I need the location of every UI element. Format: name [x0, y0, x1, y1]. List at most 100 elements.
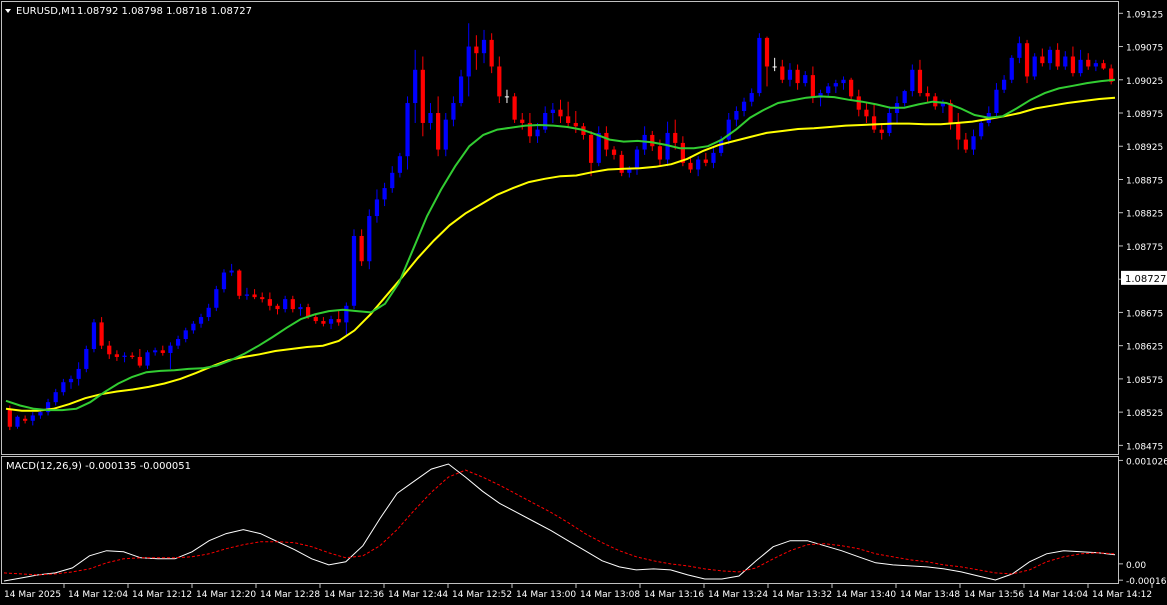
candle-body — [849, 79, 854, 97]
candle-body — [137, 356, 142, 366]
macd-indicator-label: MACD(12,26,9) -0.000135 -0.000051 — [6, 461, 191, 472]
candle-body — [795, 69, 800, 84]
price-tick-label: 1.09125 — [1126, 10, 1163, 20]
candle-body — [367, 216, 372, 262]
candle-body — [611, 149, 617, 155]
current-price-tag-label: 1.08727 — [1125, 274, 1166, 285]
candle-body — [703, 159, 708, 163]
candle-body — [963, 139, 968, 150]
candle-body — [596, 132, 601, 163]
candle-body — [573, 122, 578, 127]
candle-body — [122, 355, 127, 357]
candle-body — [688, 162, 693, 170]
price-tick-label: 1.08675 — [1126, 309, 1163, 319]
price-tick-label: 1.08775 — [1126, 243, 1163, 253]
price-tick-label: 1.08525 — [1126, 409, 1163, 419]
candle-body — [23, 418, 28, 421]
candle-body — [657, 146, 663, 160]
time-tick-label: 14 Mar 13:40 — [836, 590, 896, 600]
time-tick-label: 14 Mar 13:00 — [516, 590, 576, 600]
macd-tick-label: 0.001026 — [1126, 457, 1167, 467]
candle-body — [260, 297, 265, 300]
candle-body — [520, 119, 525, 123]
candle — [84, 345, 89, 373]
candle-body — [374, 199, 380, 217]
candle-body — [436, 113, 441, 150]
candle-body — [428, 113, 433, 123]
time-tick-label: 14 Mar 13:56 — [964, 590, 1024, 600]
candle-body — [1040, 56, 1045, 64]
candle — [757, 33, 762, 97]
candle-body — [696, 159, 701, 170]
candle-body — [91, 322, 97, 349]
candle-body — [420, 69, 425, 123]
candle-body — [15, 416, 20, 427]
time-tick-label: 14 Mar 12:44 — [388, 590, 448, 600]
candle-body — [298, 307, 303, 310]
candle-body — [994, 89, 999, 114]
price-tick-label: 1.09025 — [1126, 77, 1163, 87]
candle-body — [145, 352, 150, 366]
time-tick-label: 14 Mar 12:36 — [324, 590, 384, 600]
candle-body — [114, 354, 120, 357]
candle-body — [1055, 49, 1060, 67]
candle-body — [864, 109, 869, 117]
candle-body — [175, 339, 181, 346]
time-tick-label: 14 Mar 12:20 — [196, 590, 256, 600]
candle-body — [153, 350, 158, 353]
candle-body — [76, 368, 81, 379]
price-tick-label: 1.08875 — [1126, 176, 1163, 186]
candle-body — [833, 83, 838, 87]
candle-body — [550, 109, 555, 114]
macd-tick-label: 0.00 — [1126, 561, 1146, 571]
candle-body — [497, 66, 502, 97]
candle-body — [925, 93, 930, 97]
candle-body — [107, 345, 112, 355]
candle-body — [810, 75, 815, 98]
candle-body — [198, 317, 204, 324]
candle-body — [971, 136, 976, 150]
time-tick-label: 14 Mar 13:24 — [708, 590, 768, 600]
candle-body — [1063, 56, 1068, 67]
candle-body — [604, 132, 609, 150]
candle-body — [99, 322, 104, 346]
candle-body — [458, 76, 464, 104]
candle — [214, 285, 219, 312]
candle-body — [275, 305, 280, 310]
candle-body — [1001, 79, 1007, 90]
candle-body — [1047, 49, 1053, 64]
candle-body — [130, 355, 135, 357]
candle-body — [588, 134, 594, 163]
candle-body — [826, 86, 831, 94]
candle-body — [221, 272, 227, 290]
candle-body — [382, 188, 387, 200]
candle-body — [1024, 43, 1030, 77]
candle-body — [543, 113, 548, 130]
candle-body — [206, 307, 211, 318]
candle-body — [474, 46, 479, 54]
candle-body — [359, 235, 364, 262]
time-tick-label: 14 Mar 13:48 — [900, 590, 960, 600]
candle — [1009, 55, 1014, 84]
candle-body — [634, 149, 640, 170]
candle-body — [481, 39, 487, 54]
candle — [91, 319, 97, 353]
candle-body — [711, 152, 716, 163]
candle-body — [535, 129, 540, 137]
candle-body — [336, 319, 341, 323]
candle-body — [413, 69, 418, 104]
price-tick-label: 1.08975 — [1126, 110, 1163, 120]
candle-body — [627, 169, 632, 173]
symbol-header[interactable]: EURUSD,M1 1.08792 1.08798 1.08718 1.0872… — [5, 6, 252, 17]
candle-body — [351, 235, 357, 306]
candle-body — [321, 321, 326, 324]
candle-body — [313, 317, 318, 322]
candle-body — [979, 122, 984, 137]
candle-body — [53, 392, 58, 403]
candle-body — [956, 122, 961, 140]
candle-body — [7, 408, 12, 427]
candle-body — [566, 116, 571, 123]
candle-body — [214, 289, 219, 308]
time-tick-label: 14 Mar 14:12 — [1092, 590, 1152, 600]
candle-body — [397, 156, 402, 173]
